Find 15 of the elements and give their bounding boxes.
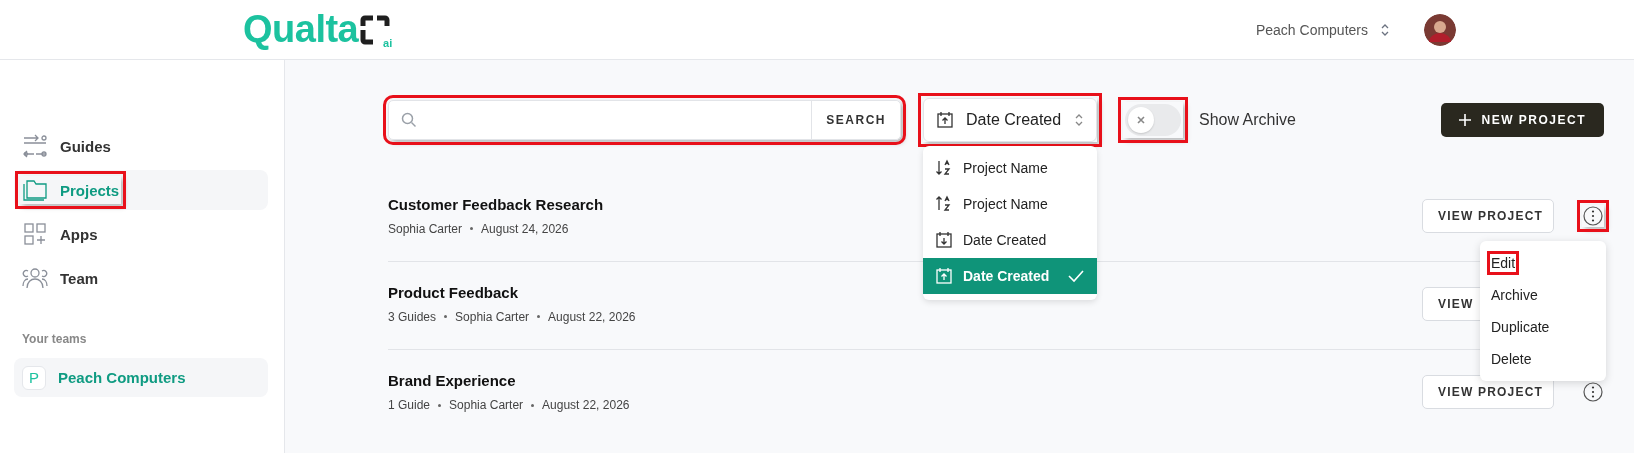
toggle-label: Show Archive — [1199, 111, 1296, 129]
project-title: Customer Feedback Research — [388, 195, 604, 213]
project-meta: 3 Guides — [388, 309, 437, 324]
project-meta: August 24, 2026 — [481, 221, 569, 236]
project-title: Brand Experience — [388, 372, 516, 389]
logo-suffix: ai — [383, 36, 393, 49]
project-meta: 1 Guide — [388, 398, 431, 412]
logo-wordmark: Qualta — [243, 8, 359, 51]
project-meta: Sophia Carter — [388, 221, 463, 236]
project-meta: Sophia Carter — [449, 398, 524, 412]
project-meta: Sophia Carter — [455, 309, 530, 324]
project-title: Product Feedback — [388, 283, 519, 301]
section-heading: Your teams — [22, 332, 88, 346]
project-meta: August 22, 2026 — [548, 309, 636, 324]
project-meta: August 22, 2026 — [542, 398, 630, 412]
